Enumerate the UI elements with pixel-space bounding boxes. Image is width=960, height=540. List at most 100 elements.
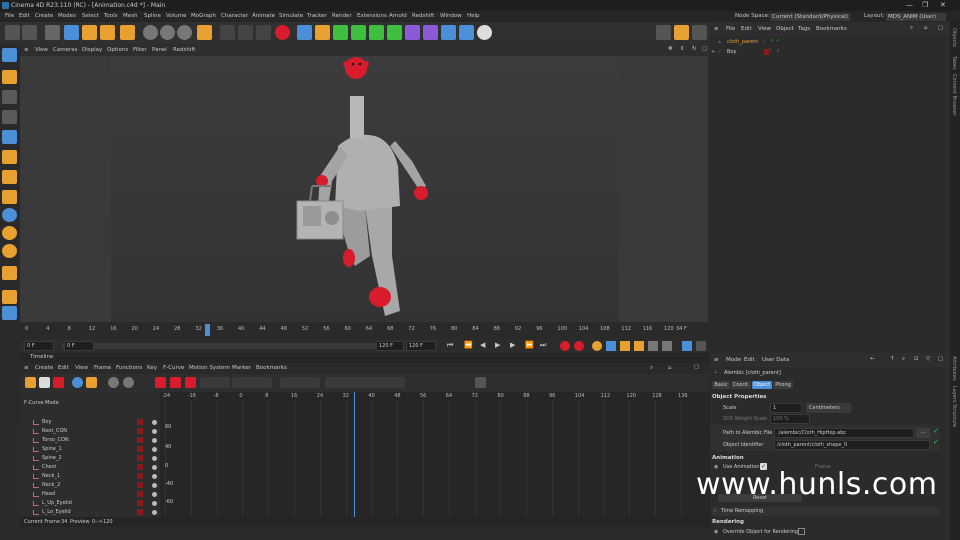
menu-window[interactable]: Window	[440, 13, 462, 19]
minimize-button[interactable]: —	[906, 1, 913, 9]
step-back-icon[interactable]: ◀	[480, 341, 485, 349]
tab-basic[interactable]: Basic	[712, 381, 730, 389]
tab-takes[interactable]: Takes	[951, 56, 957, 70]
track-spine-1[interactable]: Spine_1	[22, 445, 158, 454]
timeline-menu-bookmarks[interactable]: Bookmarks	[256, 365, 287, 371]
time-remapping-group[interactable]: › Time Remapping	[712, 507, 940, 516]
key-scale-icon[interactable]	[634, 341, 644, 351]
autokey-icon[interactable]	[574, 341, 584, 351]
points-mode-icon[interactable]	[2, 130, 17, 144]
track-solo-icon[interactable]	[152, 438, 157, 443]
max-frame-field[interactable]: 120 F	[376, 341, 404, 351]
key-pla-icon[interactable]	[662, 341, 672, 351]
sds-weight-field[interactable]: 100 %	[770, 414, 810, 424]
play-icon[interactable]: ▶	[495, 341, 500, 349]
clamp-tools-icon[interactable]	[232, 377, 272, 388]
field-icon[interactable]	[423, 25, 438, 40]
z-axis-icon[interactable]	[177, 25, 192, 40]
om-menu-edit[interactable]: Edit	[741, 26, 752, 32]
solo-hierarchy-icon[interactable]	[2, 226, 17, 240]
render-settings-icon[interactable]	[256, 25, 271, 40]
timeline-list-icon[interactable]: ≡	[24, 365, 29, 371]
am-list-icon[interactable]: ≡	[714, 357, 719, 363]
viewport-zoom-icon[interactable]: ⇕	[680, 46, 685, 52]
key-rotation-icon[interactable]	[620, 341, 630, 351]
workplane-icon[interactable]	[674, 25, 689, 40]
light-icon[interactable]	[477, 25, 492, 40]
menu-simulate[interactable]: Simulate	[279, 13, 303, 19]
transform-icon[interactable]	[120, 25, 135, 40]
viewport-menu-view[interactable]: View	[35, 47, 48, 53]
render-picture-viewer-icon[interactable]	[238, 25, 253, 40]
timeline-maximize-icon[interactable]: ▢	[694, 364, 699, 370]
viewport-solo-icon[interactable]	[2, 306, 17, 320]
go-to-start-icon[interactable]: ⏮	[447, 341, 453, 350]
override-object-checkbox[interactable]	[798, 528, 805, 535]
key-spline-icon[interactable]	[185, 377, 196, 388]
extrude-icon[interactable]	[351, 25, 366, 40]
scale-icon[interactable]	[82, 25, 97, 40]
menu-spline[interactable]: Spline	[144, 13, 161, 19]
record-icon[interactable]	[560, 341, 570, 351]
track-neck-1[interactable]: Neck_1	[22, 472, 158, 481]
enable-axis-icon[interactable]	[2, 266, 17, 280]
visibility-dots-icon[interactable]: ⁝	[770, 48, 772, 54]
timeline-menu-functions[interactable]: Functions	[116, 365, 142, 371]
uv-mode-icon[interactable]	[2, 190, 17, 204]
next-key-icon[interactable]: ⏩	[525, 341, 534, 349]
viewport-menu-options[interactable]: Options	[107, 47, 128, 53]
redo-icon[interactable]	[22, 25, 37, 40]
timeline-menu-marker[interactable]: Marker	[232, 365, 251, 371]
end-frame-field[interactable]: 120 F	[406, 341, 436, 351]
coordinate-system-icon[interactable]	[197, 25, 212, 40]
timeline-menu-motion-system[interactable]: Motion System	[189, 365, 230, 371]
select-icon[interactable]	[45, 25, 60, 40]
am-up-icon[interactable]: ↑	[890, 356, 895, 362]
redshift-render-icon[interactable]	[275, 25, 290, 40]
scale-field[interactable]: 1	[770, 403, 802, 413]
key-interpolation-icon[interactable]	[325, 377, 405, 388]
tab-objects[interactable]: Objects	[951, 28, 957, 47]
menu-edit[interactable]: Edit	[19, 13, 30, 19]
start-frame-field[interactable]: 0 F	[24, 341, 54, 351]
track-solo-icon[interactable]	[152, 483, 157, 488]
tab-content-browser[interactable]: Content Browser	[951, 74, 957, 116]
pen-icon[interactable]	[315, 25, 330, 40]
viewport-menu-filter[interactable]: Filter	[133, 47, 147, 53]
cube-icon[interactable]	[297, 25, 312, 40]
om-menu-object[interactable]: Object	[776, 26, 794, 32]
tangent-tools-icon[interactable]	[200, 377, 230, 388]
x-axis-icon[interactable]	[143, 25, 158, 40]
timeline-menu-frame[interactable]: Frame	[94, 365, 111, 371]
render-view-icon[interactable]	[220, 25, 235, 40]
viewport-move-icon[interactable]: ✥	[668, 46, 673, 52]
viewport-maximize-icon[interactable]: ▢	[702, 46, 707, 52]
snap-icon[interactable]	[656, 25, 671, 40]
menu-character[interactable]: Character	[221, 13, 248, 19]
fcurve-mode-icon[interactable]	[39, 377, 50, 388]
am-filter-icon[interactable]: ▽	[926, 356, 930, 362]
link-view-icon[interactable]	[72, 377, 83, 388]
track-solo-icon[interactable]	[152, 429, 157, 434]
menu-select[interactable]: Select	[82, 13, 99, 19]
timeline-home-icon[interactable]: ⌂	[668, 365, 672, 371]
model-mode-icon[interactable]	[2, 70, 17, 84]
track-spine-2[interactable]: Spine_2	[22, 454, 158, 463]
alembic-path-field[interactable]: ./alembic/Cloth_HipHop.abc	[774, 428, 914, 438]
tab-layers[interactable]: Layers	[951, 386, 957, 403]
playhead[interactable]	[205, 324, 210, 336]
menu-modes[interactable]: Modes	[58, 13, 76, 19]
track-solo-icon[interactable]	[152, 501, 157, 506]
motion-mode-icon[interactable]	[53, 377, 64, 388]
om-menu-tags[interactable]: Tags	[798, 26, 810, 32]
viewport-menu-display[interactable]: Display	[82, 47, 102, 53]
snap-keys-icon[interactable]	[475, 377, 486, 388]
viewport-menu-cameras[interactable]: Cameras	[53, 47, 77, 53]
browse-button[interactable]: ...	[916, 428, 930, 438]
object-row-boy[interactable]: + ⟋ Boy ⁝ ✓	[710, 48, 950, 57]
floor-icon[interactable]	[441, 25, 456, 40]
timeline-icon[interactable]	[682, 341, 692, 351]
om-menu-view[interactable]: View	[758, 26, 771, 32]
dopesheet-icon[interactable]	[25, 377, 36, 388]
timeline-menu-view[interactable]: View	[75, 365, 88, 371]
